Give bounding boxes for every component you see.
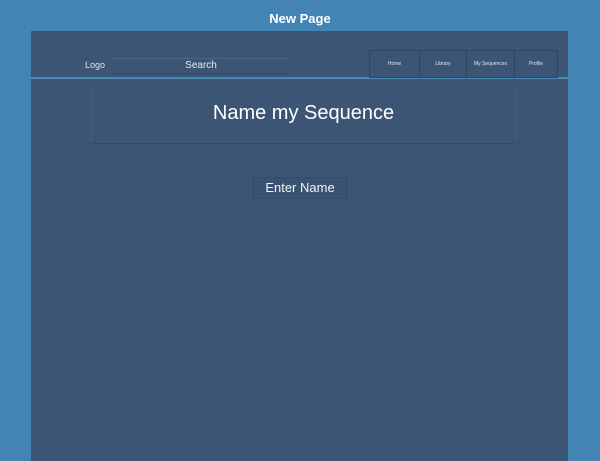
- top-navbar: Logo Search Home Library My Sequences Pr…: [31, 31, 568, 79]
- nav-menu: Home Library My Sequences Profile: [369, 50, 558, 78]
- search-input[interactable]: Search: [112, 58, 290, 74]
- nav-item-library[interactable]: Library: [419, 51, 466, 77]
- logo[interactable]: Logo: [85, 60, 105, 70]
- nav-item-home[interactable]: Home: [370, 51, 419, 77]
- window-title: New Page: [269, 11, 331, 26]
- app-frame: Logo Search Home Library My Sequences Pr…: [31, 31, 568, 461]
- page-heading: Name my Sequence: [91, 88, 516, 144]
- sequence-name-input[interactable]: Enter Name: [253, 177, 347, 199]
- nav-item-profile[interactable]: Profile: [514, 51, 557, 77]
- nav-item-my-sequences[interactable]: My Sequences: [466, 51, 514, 77]
